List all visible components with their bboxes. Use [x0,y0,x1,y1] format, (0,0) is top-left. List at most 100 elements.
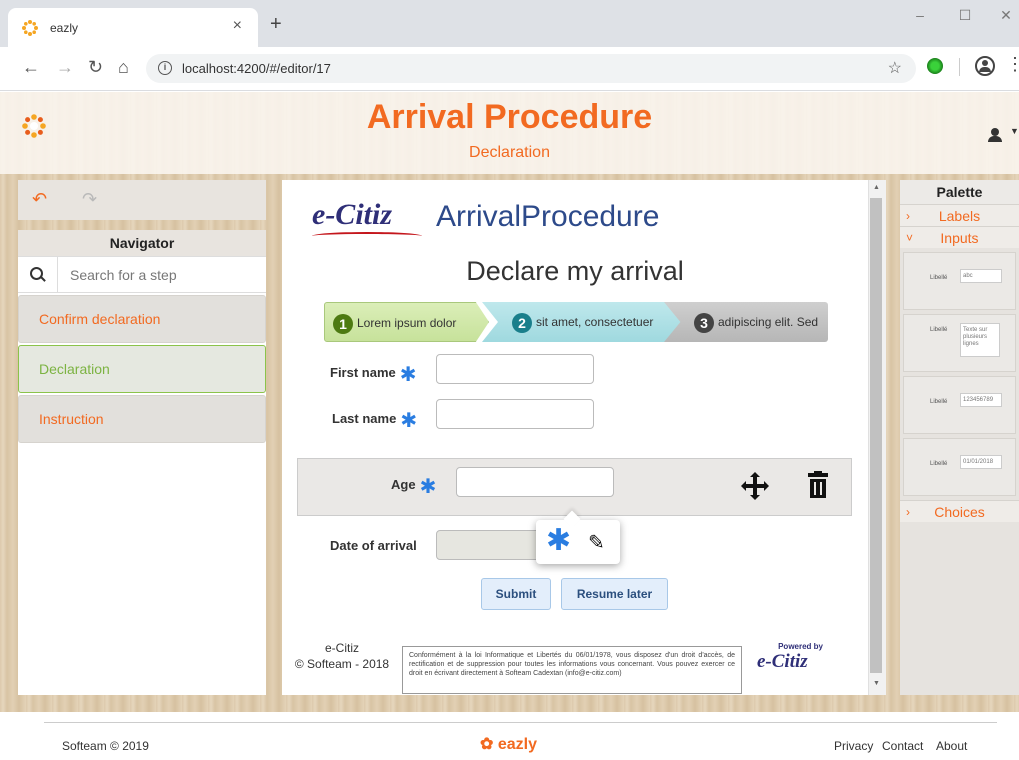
scrollbar-thumb[interactable] [870,198,882,673]
tab-close-icon[interactable]: × [233,17,242,35]
procedure-title: ArrivalProcedure [436,200,660,233]
logo-swoosh [312,232,422,240]
url-text[interactable]: localhost:4200/#/editor/17 [182,61,331,76]
edit-pencil-icon[interactable]: ✎ [588,530,605,555]
history-toolbar: ↶ ↷ [18,180,266,220]
browser-toolbar: ← → ↻ ⌂ i localhost:4200/#/editor/17 ☆ [0,47,1019,91]
footer-brand-name: e-Citiz [324,641,359,655]
step-1[interactable]: 1 Lorem ipsum dolor [324,302,489,342]
footer-copyright: © Softeam - 2018 [294,657,390,671]
site-info-icon[interactable]: i [158,61,172,75]
field-label-text: Age [391,477,416,492]
palette-item-label: Libellé [930,399,948,405]
palette-item-date[interactable]: Libellé 01/01/2018 [903,438,1016,496]
nav-item-instruction[interactable]: Instruction [18,395,266,443]
redo-icon[interactable]: ↷ [82,189,97,210]
browser-tab[interactable]: eazly × [8,8,258,47]
first-name-input[interactable] [436,354,594,384]
bookmark-star-icon[interactable]: ☆ [888,58,902,78]
palette-item-sample: 123456789 [960,393,1002,407]
legal-notice: Conformément à la loi Informatique et Li… [402,646,742,694]
selected-field-age[interactable]: Age ✱ [297,458,852,516]
step-2[interactable]: 2 sit amet, consectetuer [482,302,682,342]
scroll-down-icon[interactable]: ▼ [873,680,880,687]
new-tab-button[interactable]: + [270,14,282,34]
step-number: 2 [512,312,532,333]
step-progress: 1 Lorem ipsum dolor 2 sit amet, consectetu… [324,302,828,342]
address-bar[interactable]: i localhost:4200/#/editor/17 ☆ [146,54,916,83]
nav-item-declaration[interactable]: Declaration [18,345,266,393]
close-window-button[interactable]: ✕ [986,7,1019,24]
required-toggle-icon[interactable]: ✱ [546,526,571,556]
browser-tab-bar: eazly × + – ☐ ✕ [0,0,1019,47]
page-title: Arrival Procedure [366,98,653,136]
back-arrow-icon[interactable]: ← [22,57,40,77]
age-input[interactable] [456,467,614,497]
minimize-button[interactable]: – [900,7,940,23]
palette-item-label: Libellé [930,275,948,281]
tab-title: eazly [50,21,79,35]
footer-divider [44,722,997,723]
required-icon: ✱ [419,476,437,498]
step-number: 3 [694,312,714,333]
field-toolbar-popover: ✱ ✎ [536,520,620,564]
last-name-input[interactable] [436,399,594,429]
first-name-label: First name ✱ [330,362,417,387]
forward-arrow-icon[interactable]: → [56,57,74,77]
step-number: 1 [333,313,353,334]
reload-icon[interactable]: ↻ [88,57,103,77]
footer-logo: ✿ eazly [480,736,537,753]
step-label: adipiscing elit. Sed [718,315,819,329]
resume-later-button[interactable]: Resume later [561,578,668,610]
palette-title: Palette [900,180,1019,204]
user-icon[interactable] [988,128,1002,142]
search-icon[interactable] [18,257,58,293]
section-label: Labels [938,208,981,224]
palette-section-choices[interactable]: › Choices [900,500,1019,522]
required-icon: ✱ [399,364,417,386]
contact-link[interactable]: Contact [882,739,923,753]
step-label: Lorem ipsum dolor [357,316,457,330]
form-footer-brand: e-Citiz © Softeam - 2018 [292,640,392,672]
palette-item-sample: abc [960,269,1002,283]
maximize-button[interactable]: ☐ [945,7,985,24]
undo-icon[interactable]: ↶ [32,189,47,210]
submit-button[interactable]: Submit [481,578,551,610]
chevron-down-icon: ˅ [906,231,914,245]
palette-item-sample: Texte sur plusieurs lignes [960,323,1000,357]
nav-item-confirm-declaration[interactable]: Confirm declaration [18,295,266,343]
form-editor-canvas: e-Citiz ArrivalProcedure Declare my arri… [282,180,886,695]
extension-icon[interactable] [927,58,943,74]
profile-icon[interactable] [975,56,995,76]
footer-logo-text: eazly [497,736,537,753]
field-label-text: Last name [332,411,397,426]
chevron-down-icon[interactable]: ▼ [1010,126,1019,136]
section-label: Choices [934,504,985,520]
powered-by-brand: e-Citiz [757,651,808,672]
search-input[interactable] [62,257,262,293]
last-name-label: Last name ✱ [332,408,417,433]
palette-section-inputs[interactable]: ˅ Inputs [900,226,1019,248]
scroll-up-icon[interactable]: ▲ [873,184,880,191]
trash-icon[interactable] [808,471,828,499]
palette-item-label: Libellé [930,461,948,467]
page-footer: Softeam © 2019 ✿ eazly Privacy Contact A… [0,712,1019,760]
move-icon[interactable] [741,472,769,500]
step-search [18,256,266,293]
palette-item-number[interactable]: Libellé 123456789 [903,376,1016,434]
footer-copyright: Softeam © 2019 [62,739,149,753]
palette-section-labels[interactable]: › Labels [900,204,1019,226]
step-label: sit amet, consectetuer [536,315,654,329]
date-of-arrival-label: Date of arrival [330,538,417,553]
required-icon: ✱ [400,410,418,432]
step-3[interactable]: 3 adipiscing elit. Sed [664,302,828,342]
palette-item-textarea[interactable]: Libellé Texte sur plusieurs lignes [903,314,1016,372]
about-link[interactable]: About [936,739,967,753]
palette-item-text-input[interactable]: Libellé abc [903,252,1016,310]
age-label: Age ✱ [391,474,436,499]
privacy-link[interactable]: Privacy [834,739,873,753]
ecitiz-logo: e-Citiz [312,198,392,231]
browser-menu-icon[interactable]: ⋮ [1006,55,1019,73]
chevron-right-icon: › [906,505,910,519]
home-icon[interactable]: ⌂ [118,57,129,77]
